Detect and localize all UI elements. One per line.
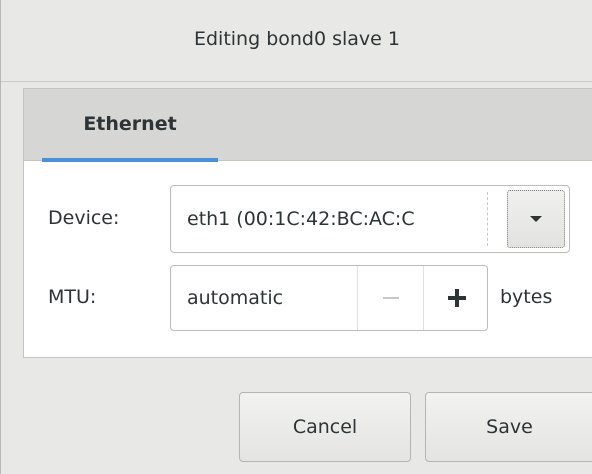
dialog-title: Editing bond0 slave 1 [193, 27, 400, 50]
dialog-window: Editing bond0 slave 1 Ethernet Device: e… [0, 0, 592, 474]
tab-bar: Ethernet [24, 89, 592, 162]
mtu-decrement-button[interactable] [357, 266, 423, 330]
save-button[interactable]: Save [425, 392, 592, 462]
tab-ethernet[interactable]: Ethernet [42, 89, 218, 162]
titlebar: Editing bond0 slave 1 [1, 0, 592, 82]
mtu-increment-button[interactable] [423, 266, 489, 330]
triangle-down-icon [530, 216, 542, 222]
combo-separator [487, 192, 488, 246]
cancel-button[interactable]: Cancel [239, 392, 411, 462]
mtu-input[interactable]: automatic [187, 266, 355, 330]
device-combobox[interactable]: eth1 (00:1C:42:BC:AC:C [170, 185, 570, 253]
active-tab-indicator [42, 158, 218, 162]
mtu-spinbutton: automatic [170, 265, 488, 331]
device-value: eth1 (00:1C:42:BC:AC:C [187, 208, 415, 230]
device-dropdown-button[interactable] [507, 190, 565, 248]
device-label: Device: [48, 207, 120, 229]
mtu-units: bytes [500, 286, 553, 308]
plus-icon [447, 289, 466, 307]
mtu-label: MTU: [48, 286, 97, 308]
minus-icon [382, 297, 399, 299]
tab-ethernet-label: Ethernet [83, 113, 177, 135]
settings-notebook: Ethernet Device: eth1 (00:1C:42:BC:AC:C … [23, 88, 592, 358]
